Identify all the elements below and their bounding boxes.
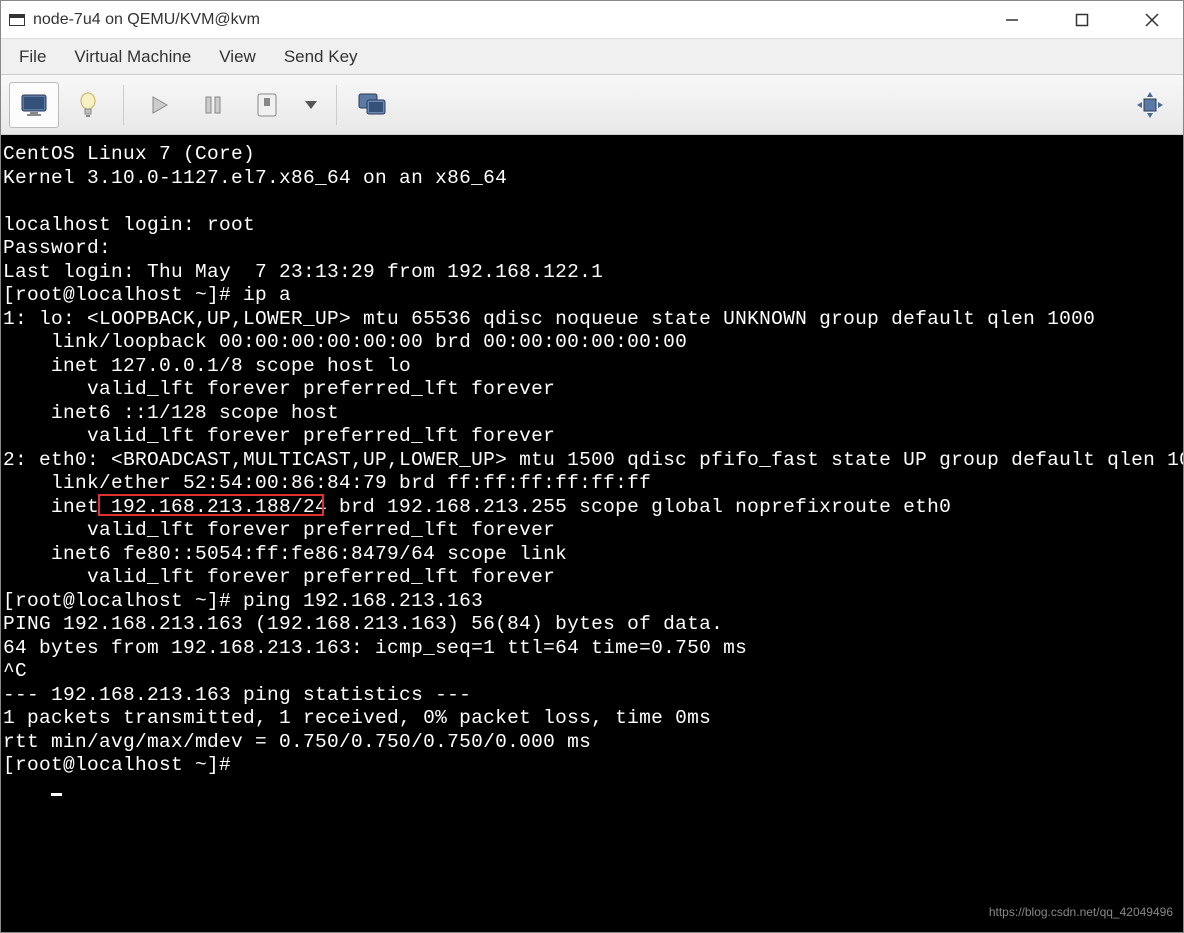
snapshots-button[interactable] xyxy=(347,82,397,128)
vm-window: node-7u4 on QEMU/KVM@kvm File Virtual Ma… xyxy=(0,0,1184,933)
toolbar xyxy=(1,75,1183,135)
fullscreen-button[interactable] xyxy=(1125,82,1175,128)
pause-button[interactable] xyxy=(188,82,238,128)
power-switch-icon xyxy=(256,92,278,118)
maximize-button[interactable] xyxy=(1059,4,1105,36)
window-title: node-7u4 on QEMU/KVM@kvm xyxy=(33,11,989,29)
menu-send-key[interactable]: Send Key xyxy=(274,43,368,71)
window-icon xyxy=(9,14,25,26)
minimize-icon xyxy=(1005,13,1019,27)
maximize-icon xyxy=(1075,13,1089,27)
window-controls xyxy=(989,4,1175,36)
watermark-text: https://blog.csdn.net/qq_42049496 xyxy=(989,901,1173,925)
screens-icon xyxy=(357,92,387,118)
toolbar-separator xyxy=(336,85,337,125)
monitor-icon xyxy=(20,93,48,117)
shutdown-dropdown[interactable] xyxy=(296,82,326,128)
play-icon xyxy=(149,95,169,115)
titlebar: node-7u4 on QEMU/KVM@kvm xyxy=(1,1,1183,39)
menubar: File Virtual Machine View Send Key xyxy=(1,39,1183,75)
close-button[interactable] xyxy=(1129,4,1175,36)
close-icon xyxy=(1145,13,1159,27)
pause-icon xyxy=(203,95,223,115)
highlight-ip-box xyxy=(98,494,324,516)
menu-virtual-machine[interactable]: Virtual Machine xyxy=(64,43,201,71)
terminal-console[interactable]: CentOS Linux 7 (Core) Kernel 3.10.0-1127… xyxy=(1,135,1183,932)
fullscreen-icon xyxy=(1135,90,1165,120)
shutdown-button[interactable] xyxy=(242,82,292,128)
play-button[interactable] xyxy=(134,82,184,128)
info-button[interactable] xyxy=(63,82,113,128)
minimize-button[interactable] xyxy=(989,4,1035,36)
lightbulb-icon xyxy=(76,91,100,119)
menu-view[interactable]: View xyxy=(209,43,266,71)
cursor xyxy=(51,793,62,796)
toolbar-separator xyxy=(123,85,124,125)
chevron-down-icon xyxy=(304,100,318,110)
console-button[interactable] xyxy=(9,82,59,128)
menu-file[interactable]: File xyxy=(9,43,56,71)
